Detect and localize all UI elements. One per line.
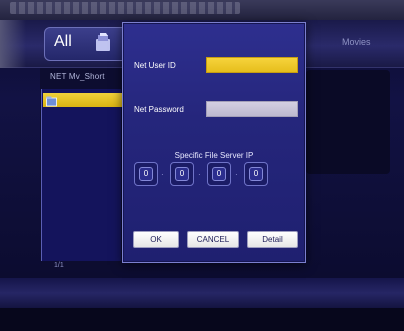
media-folder-icon bbox=[94, 31, 114, 55]
password-label: Net Password bbox=[134, 105, 184, 114]
tab-movies[interactable]: Movies bbox=[342, 37, 371, 47]
bottom-bar bbox=[0, 278, 404, 308]
network-folder-icon bbox=[46, 94, 57, 107]
ip-separator: · bbox=[161, 170, 164, 179]
ip-octet-1-field[interactable]: 0 bbox=[134, 162, 158, 186]
file-server-ip-title: Specific File Server IP bbox=[174, 151, 254, 160]
ip-octet-4-value: 0 bbox=[249, 167, 263, 181]
ip-octet-1-value: 0 bbox=[139, 167, 153, 181]
ip-octet-4-field[interactable]: 0 bbox=[244, 162, 268, 186]
password-field[interactable] bbox=[206, 101, 298, 117]
tab-all-label: All bbox=[54, 33, 72, 50]
user-id-field[interactable] bbox=[206, 57, 298, 73]
ip-octet-2-value: 0 bbox=[175, 167, 189, 181]
tab-bar-left-edge bbox=[0, 20, 26, 68]
banner-text-blur bbox=[10, 2, 240, 14]
page-counter: 1/1 bbox=[54, 262, 64, 269]
ip-octet-3-value: 0 bbox=[212, 167, 226, 181]
detail-button[interactable]: Detail bbox=[247, 231, 298, 248]
file-list[interactable] bbox=[41, 89, 121, 261]
user-id-label: Net User ID bbox=[134, 61, 176, 70]
browser-path-label: NET Mv_Short bbox=[50, 72, 105, 81]
ip-separator: · bbox=[198, 170, 201, 179]
bottom-edge bbox=[0, 308, 404, 331]
media-player-screen: All Movies NET Mv_Short 1/1 Net User ID … bbox=[0, 0, 404, 331]
top-banner bbox=[0, 0, 404, 20]
ip-octet-3-field[interactable]: 0 bbox=[207, 162, 231, 186]
ip-octet-2-field[interactable]: 0 bbox=[170, 162, 194, 186]
preview-panel bbox=[306, 70, 390, 174]
cancel-button[interactable]: CANCEL bbox=[187, 231, 239, 248]
ok-button[interactable]: OK bbox=[133, 231, 179, 248]
ip-separator: · bbox=[235, 170, 238, 179]
